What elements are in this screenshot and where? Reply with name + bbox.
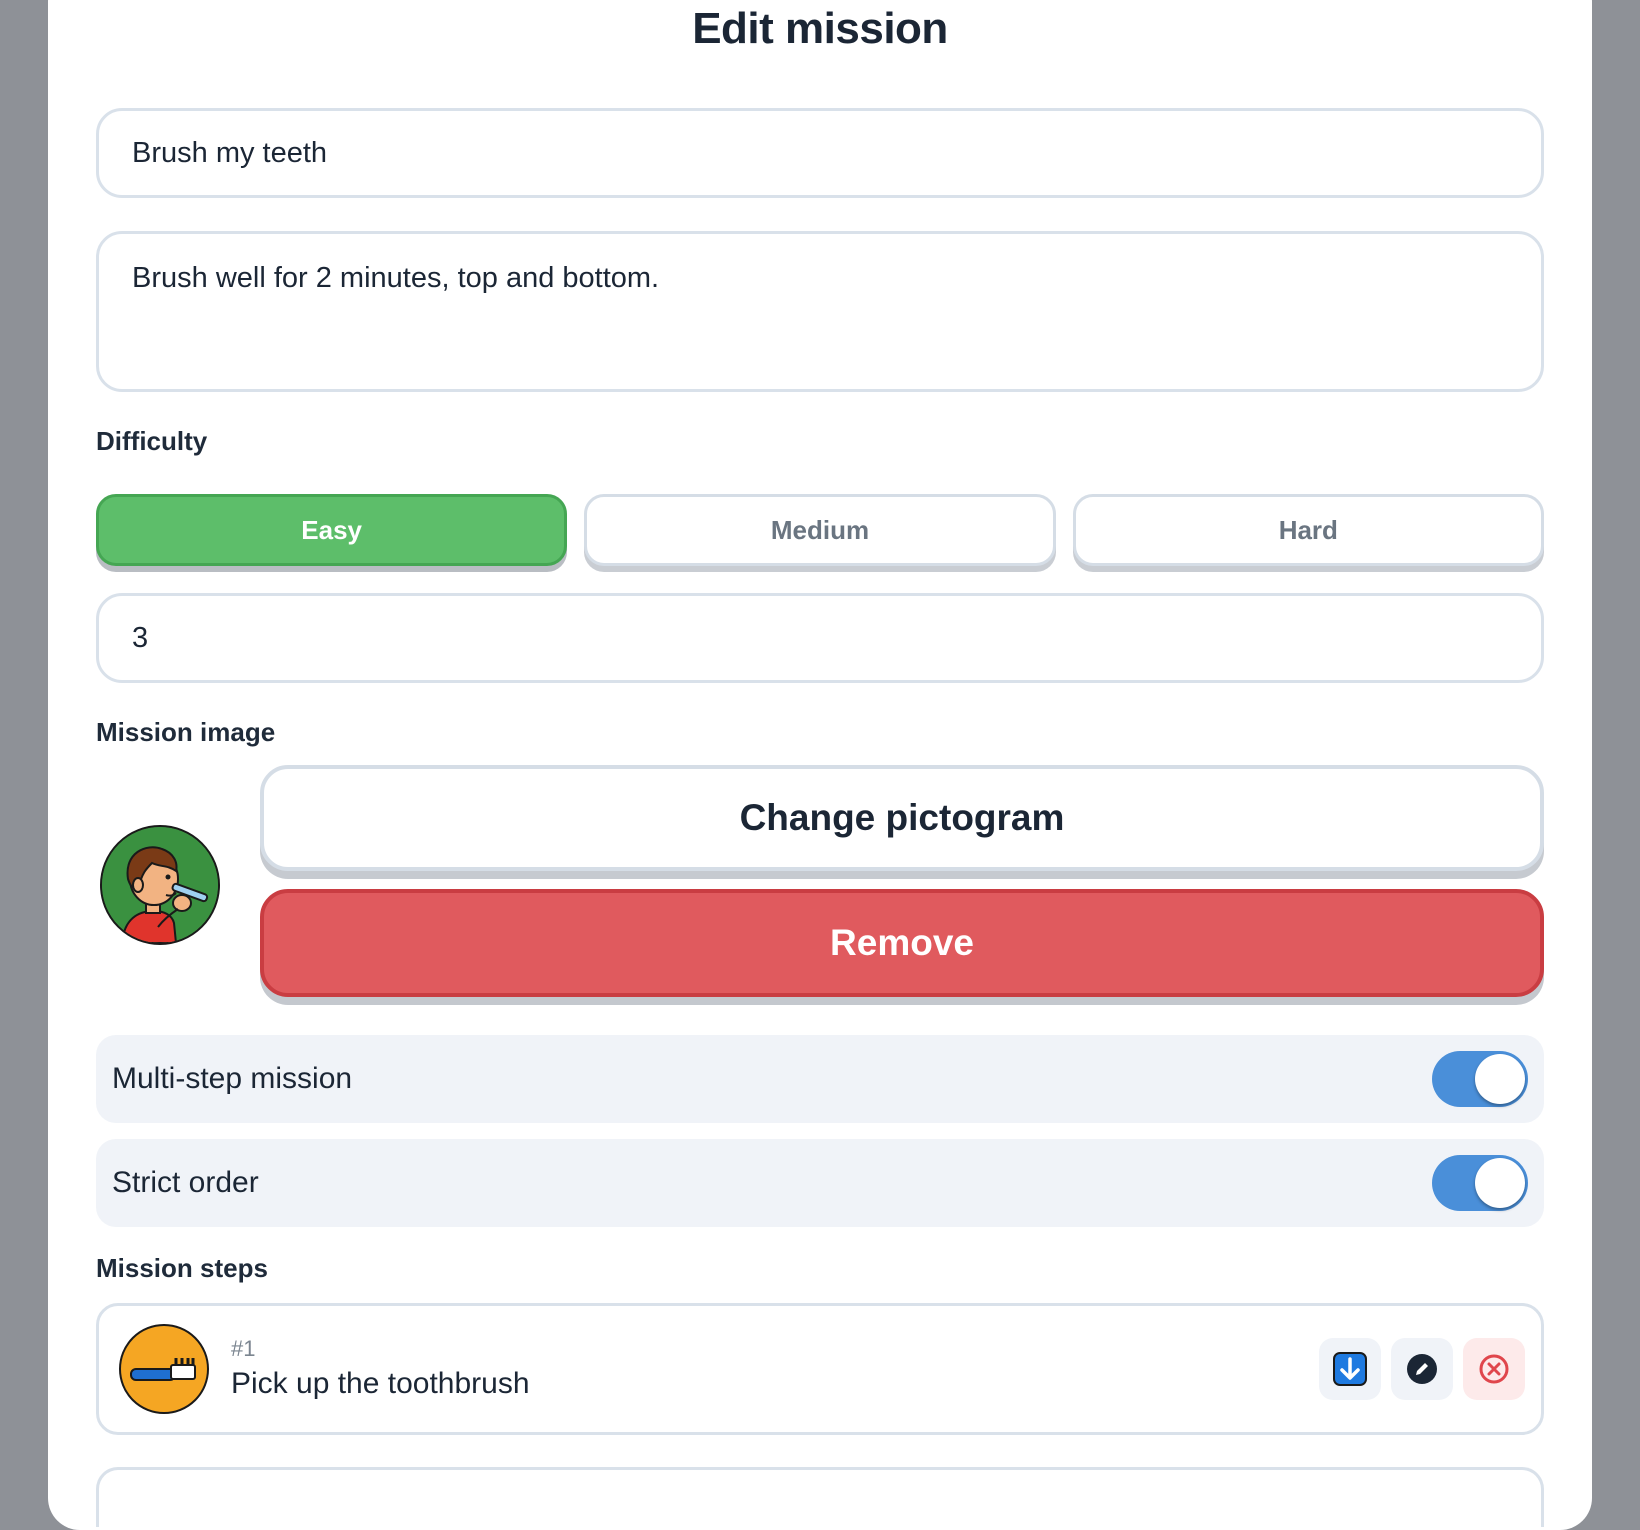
- step-number: #1: [231, 1336, 256, 1361]
- boy-brushing-teeth-pictogram: [100, 825, 220, 945]
- mission-steps-label: Mission steps: [96, 1253, 268, 1283]
- dialog-title: Edit mission: [692, 4, 948, 53]
- mission-name-input[interactable]: Brush my teeth: [96, 108, 1544, 198]
- arrow-down-icon: [1333, 1352, 1367, 1386]
- multi-step-label: Multi-step mission: [112, 1062, 353, 1095]
- step-actions: [1319, 1338, 1525, 1400]
- multi-step-row: Multi-step mission: [96, 1035, 1544, 1123]
- delete-step-button[interactable]: [1463, 1338, 1525, 1400]
- mission-description-value: Brush well for 2 minutes, top and bottom…: [132, 262, 660, 294]
- mission-image-row: Change pictogram Remove: [96, 765, 1544, 1005]
- image-actions: Change pictogram Remove: [260, 765, 1544, 1005]
- move-down-button[interactable]: [1319, 1338, 1381, 1400]
- mission-description-textarea[interactable]: Brush well for 2 minutes, top and bottom…: [96, 231, 1544, 392]
- difficulty-selector: Easy Medium Hard: [96, 494, 1544, 566]
- difficulty-hard-button[interactable]: Hard: [1072, 494, 1544, 566]
- toothbrush-icon: [119, 1324, 209, 1414]
- toggle-knob: [1475, 1054, 1525, 1104]
- close-icon: [1479, 1354, 1509, 1384]
- mission-name-value: Brush my teeth: [132, 136, 328, 169]
- step-label: Pick up the toothbrush: [231, 1367, 530, 1400]
- strict-order-toggle[interactable]: [1432, 1155, 1528, 1211]
- multi-step-toggle[interactable]: [1432, 1051, 1528, 1107]
- difficulty-easy-button[interactable]: Easy: [96, 494, 568, 566]
- strict-order-label: Strict order: [112, 1166, 259, 1199]
- points-value: 3: [132, 621, 149, 654]
- difficulty-label: Difficulty: [96, 426, 208, 456]
- dialog-content: Edit mission Brush my teeth Brush well f…: [96, 0, 1544, 1527]
- points-input[interactable]: 3: [96, 593, 1544, 683]
- strict-order-row: Strict order: [96, 1139, 1544, 1227]
- step-card: #1 Pick up the toothbrush: [96, 1303, 1544, 1435]
- edit-step-button[interactable]: [1391, 1338, 1453, 1400]
- mission-image-wrap: [96, 765, 260, 1005]
- change-pictogram-button[interactable]: Change pictogram: [260, 765, 1544, 871]
- difficulty-medium-button[interactable]: Medium: [584, 494, 1056, 566]
- edit-mission-dialog: Edit mission Brush my teeth Brush well f…: [48, 0, 1592, 1530]
- pencil-icon: [1407, 1354, 1437, 1384]
- step-card: [96, 1467, 1544, 1527]
- step-text: #1 Pick up the toothbrush: [231, 1337, 1319, 1401]
- mission-image-label: Mission image: [96, 717, 276, 747]
- remove-image-button[interactable]: Remove: [260, 889, 1544, 997]
- toggle-knob: [1475, 1158, 1525, 1208]
